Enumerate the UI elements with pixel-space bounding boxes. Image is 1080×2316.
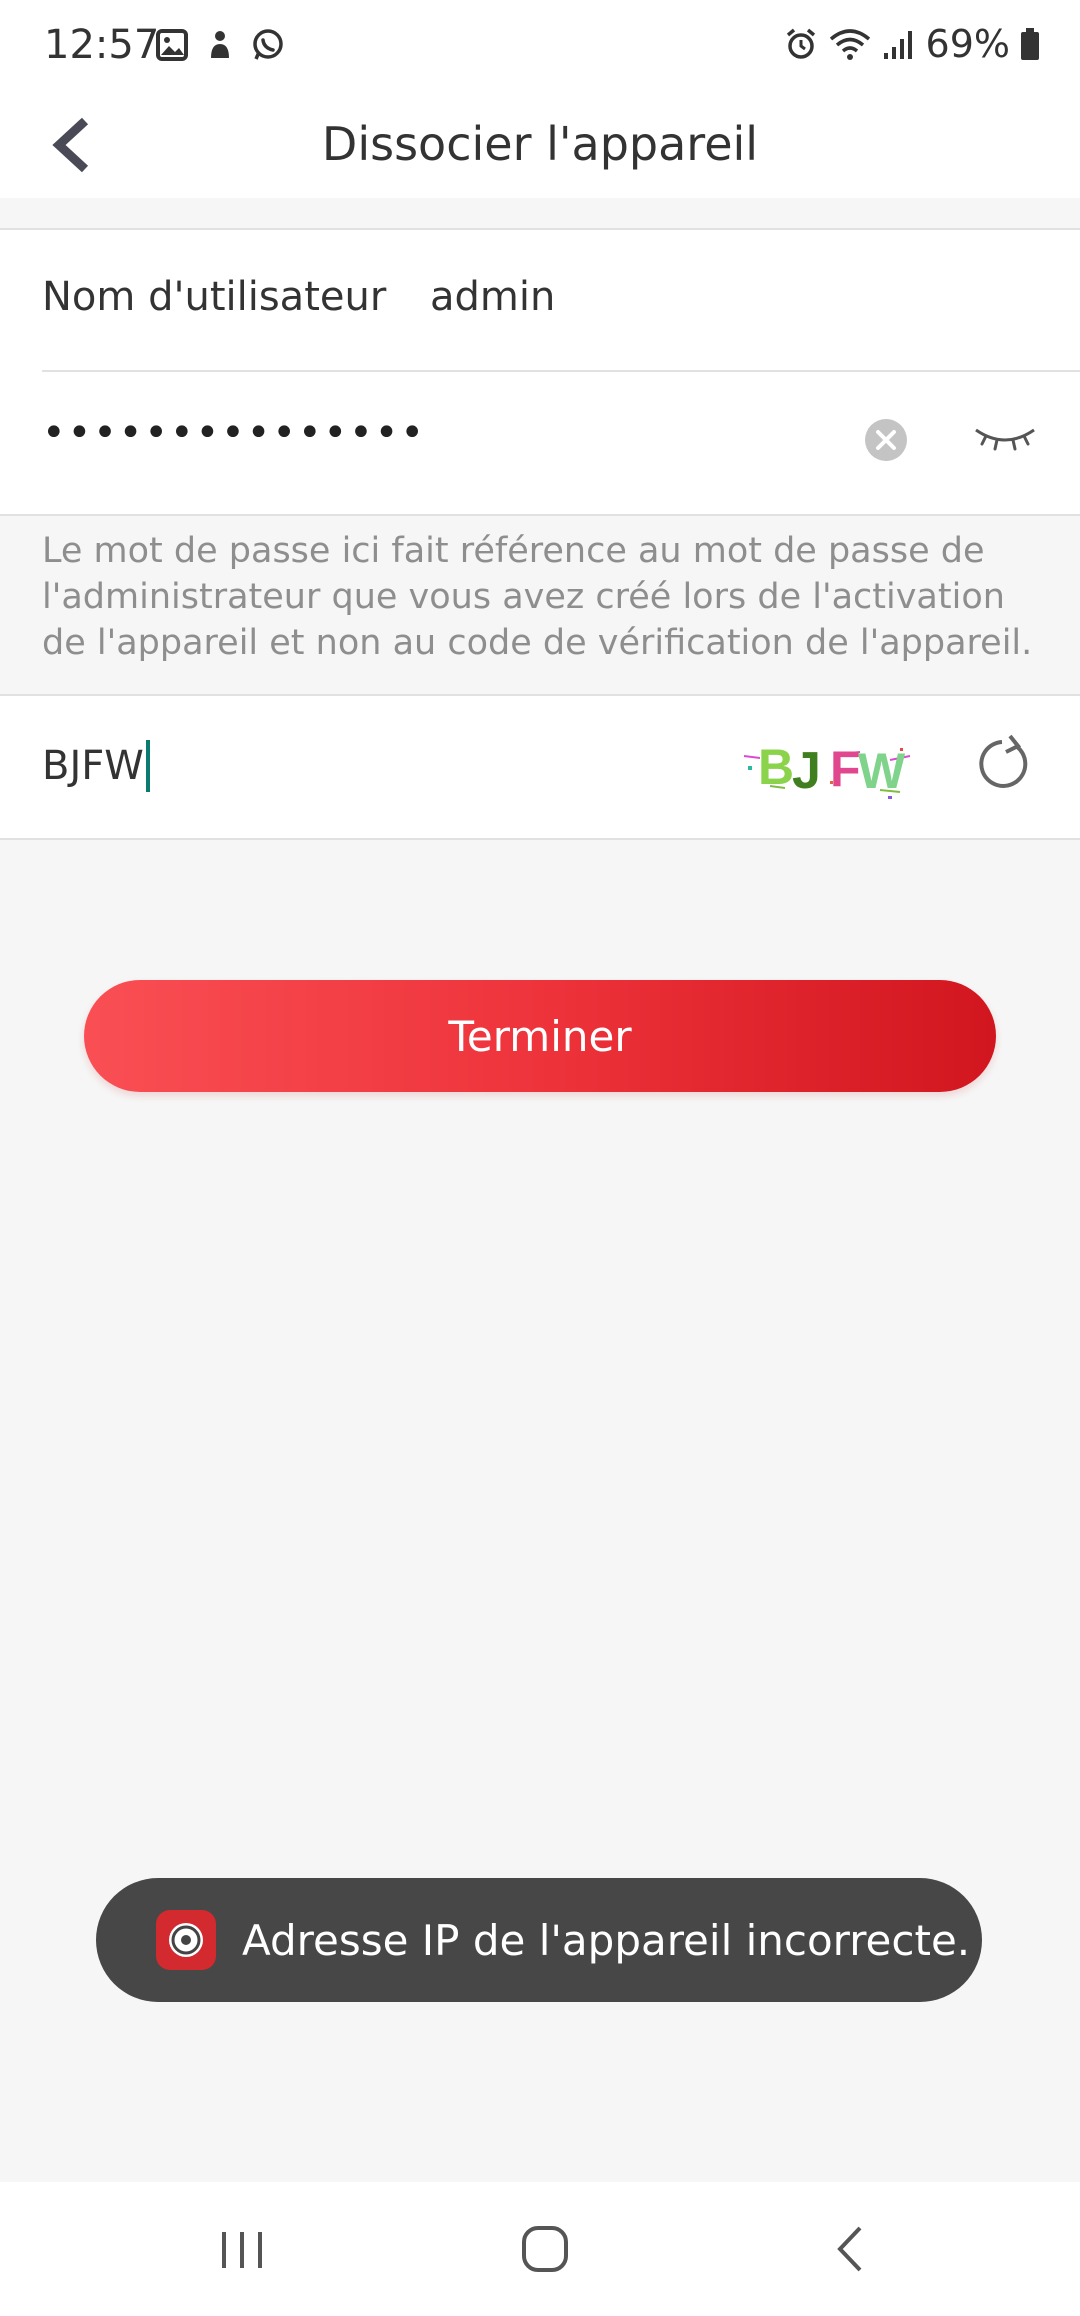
home-icon[interactable] xyxy=(520,2224,570,2274)
gallery-icon xyxy=(156,29,188,61)
password-field[interactable]: ••••••••••••••• xyxy=(42,410,426,456)
eye-closed-icon[interactable] xyxy=(972,420,1038,456)
wifi-icon xyxy=(829,29,870,60)
nav-back-icon[interactable] xyxy=(830,2224,870,2274)
notification-icons xyxy=(155,28,285,62)
captcha-letter-f: F xyxy=(830,741,861,797)
signal-icon xyxy=(883,31,912,59)
app-notification-icon xyxy=(211,31,229,58)
captcha-letter-w: W xyxy=(858,743,906,799)
password-hint: Le mot de passe ici fait référence au mo… xyxy=(42,531,1033,663)
username-row: Nom d'utilisateur admin xyxy=(42,230,1080,372)
finish-button[interactable]: Terminer xyxy=(84,980,996,1092)
captcha-letter-b: B xyxy=(758,739,794,795)
alarm-icon xyxy=(786,28,815,59)
refresh-icon[interactable] xyxy=(972,734,1032,794)
error-toast: Adresse IP de l'appareil incorrecte. xyxy=(96,1878,982,2002)
status-time: 12:57 xyxy=(44,22,160,68)
toast-message: Adresse IP de l'appareil incorrecte. xyxy=(242,1915,971,1965)
username-field[interactable]: admin xyxy=(430,274,555,320)
battery-percent: 69% xyxy=(925,22,1010,66)
status-bar: 12:57 69% xyxy=(0,0,1080,92)
clear-icon[interactable] xyxy=(864,418,908,462)
app-header: Dissocier l'appareil xyxy=(0,92,1080,198)
username-label: Nom d'utilisateur xyxy=(42,274,387,320)
captcha-input-value: BJFW xyxy=(42,743,144,789)
app-logo-icon xyxy=(156,1910,216,1970)
system-status: 69% xyxy=(784,22,1040,66)
password-row: ••••••••••••••• xyxy=(42,372,1080,512)
page-title: Dissocier l'appareil xyxy=(321,117,759,171)
text-cursor xyxy=(145,740,150,792)
captcha-row: BJFW B J F W xyxy=(0,694,1080,840)
captcha-image[interactable]: B J F W xyxy=(740,726,915,806)
recents-icon[interactable] xyxy=(218,2228,268,2272)
captcha-letter-j: J xyxy=(792,742,821,800)
system-nav-bar xyxy=(0,2182,1080,2316)
credentials-card: Nom d'utilisateur admin ••••••••••••••• xyxy=(0,228,1080,516)
captcha-input[interactable]: BJFW xyxy=(42,740,150,792)
whatsapp-icon xyxy=(253,29,283,60)
battery-icon xyxy=(1021,28,1039,60)
